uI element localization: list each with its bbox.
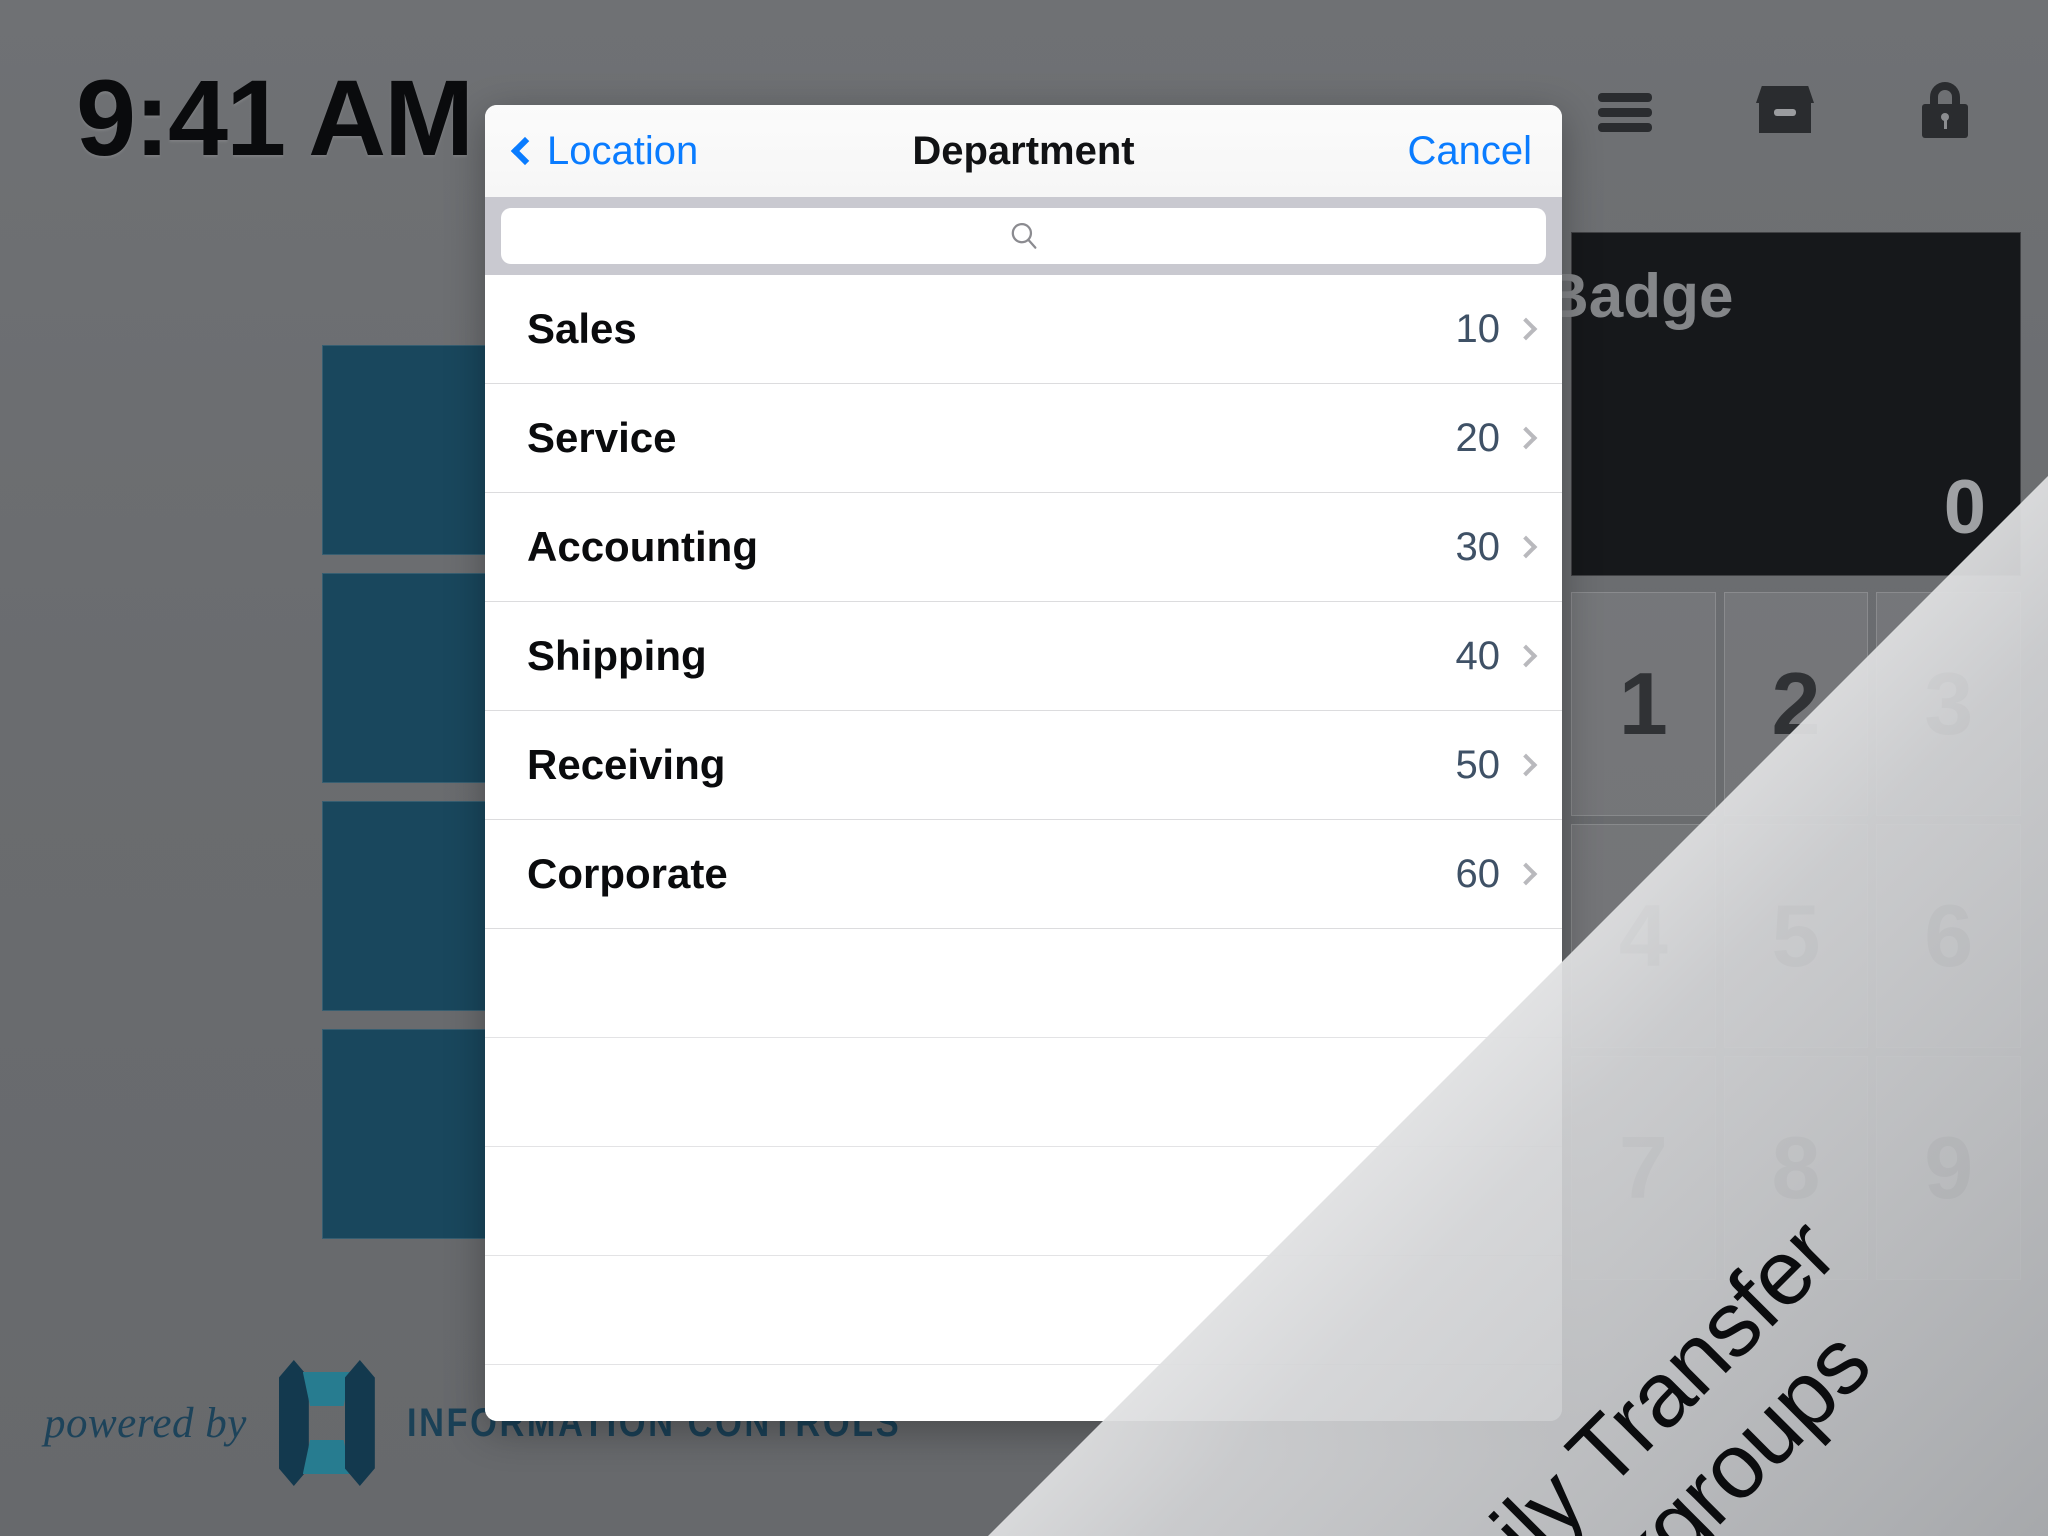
keypad-key[interactable]: 1 — [1571, 592, 1716, 816]
chevron-right-icon — [1514, 862, 1538, 886]
search-bar-container — [485, 197, 1562, 275]
keypad-key[interactable]: 3 — [1876, 592, 2021, 816]
hamburger-menu-icon[interactable] — [1594, 78, 1656, 140]
keypad-key[interactable]: 7 — [1571, 1056, 1716, 1280]
table-row-empty — [485, 1365, 1562, 1421]
table-row[interactable]: Accounting 30 — [485, 493, 1562, 602]
table-row-empty — [485, 929, 1562, 1038]
table-row[interactable]: Corporate 60 — [485, 820, 1562, 929]
keypad-key[interactable]: 9 — [1876, 1056, 2021, 1280]
numeric-keypad: 1 2 3 4 5 6 7 8 9 — [1571, 592, 2021, 1280]
top-icon-bar — [1594, 78, 1976, 140]
table-row-empty — [485, 1038, 1562, 1147]
row-value: 40 — [1455, 633, 1501, 678]
row-value: 30 — [1455, 524, 1501, 569]
table-row[interactable]: Service 20 — [485, 384, 1562, 493]
chevron-right-icon — [1514, 535, 1538, 559]
cancel-button[interactable]: Cancel — [1407, 129, 1532, 174]
lock-icon[interactable] — [1914, 78, 1976, 140]
row-label: Sales — [527, 305, 637, 352]
badge-display-panel: Badge 0 — [1544, 232, 2021, 576]
chevron-right-icon — [1514, 426, 1538, 450]
badge-display-value: 0 — [1943, 465, 1986, 550]
row-value: 50 — [1455, 742, 1501, 787]
badge-display-label: Badge — [1544, 262, 1734, 331]
modal-header: Location Department Cancel — [485, 105, 1562, 197]
search-input[interactable] — [501, 208, 1546, 264]
chevron-right-icon — [1514, 644, 1538, 668]
row-value: 20 — [1455, 415, 1501, 460]
row-label: Shipping — [527, 632, 707, 679]
keypad-key[interactable]: 2 — [1723, 592, 1869, 816]
archive-box-icon[interactable] — [1754, 78, 1816, 140]
back-to-location-button[interactable]: Location — [510, 128, 699, 174]
row-value: 10 — [1455, 306, 1501, 351]
keypad-key[interactable]: 4 — [1571, 824, 1716, 1048]
table-row[interactable]: Sales 10 — [485, 275, 1562, 384]
screen: 9:41 AM - C — [0, 0, 2048, 1536]
table-row[interactable]: Receiving 50 — [485, 711, 1562, 820]
powered-by-label: powered by — [44, 1399, 247, 1447]
table-row[interactable]: Shipping 40 — [485, 602, 1562, 711]
table-row-empty — [485, 1256, 1562, 1365]
back-button-label: Location — [547, 128, 699, 173]
status-bar-clock: 9:41 AM — [76, 57, 474, 178]
department-picker-modal: Location Department Cancel Sales 10 Serv… — [485, 105, 1562, 1421]
department-list: Sales 10 Service 20 Accounting 30 Shippi… — [485, 275, 1562, 1421]
keypad-key[interactable]: 5 — [1723, 824, 1869, 1048]
row-label: Accounting — [527, 523, 758, 570]
row-label: Receiving — [527, 741, 726, 788]
search-icon — [1011, 222, 1036, 249]
row-value: 60 — [1455, 851, 1501, 896]
chevron-left-icon — [510, 136, 540, 166]
row-label: Corporate — [527, 850, 728, 897]
table-row-empty — [485, 1147, 1562, 1256]
chevron-right-icon — [1514, 317, 1538, 341]
keypad-key[interactable]: 6 — [1876, 824, 2021, 1048]
row-label: Service — [527, 414, 677, 461]
information-controls-logo-icon — [273, 1360, 381, 1486]
chevron-right-icon — [1514, 753, 1538, 777]
